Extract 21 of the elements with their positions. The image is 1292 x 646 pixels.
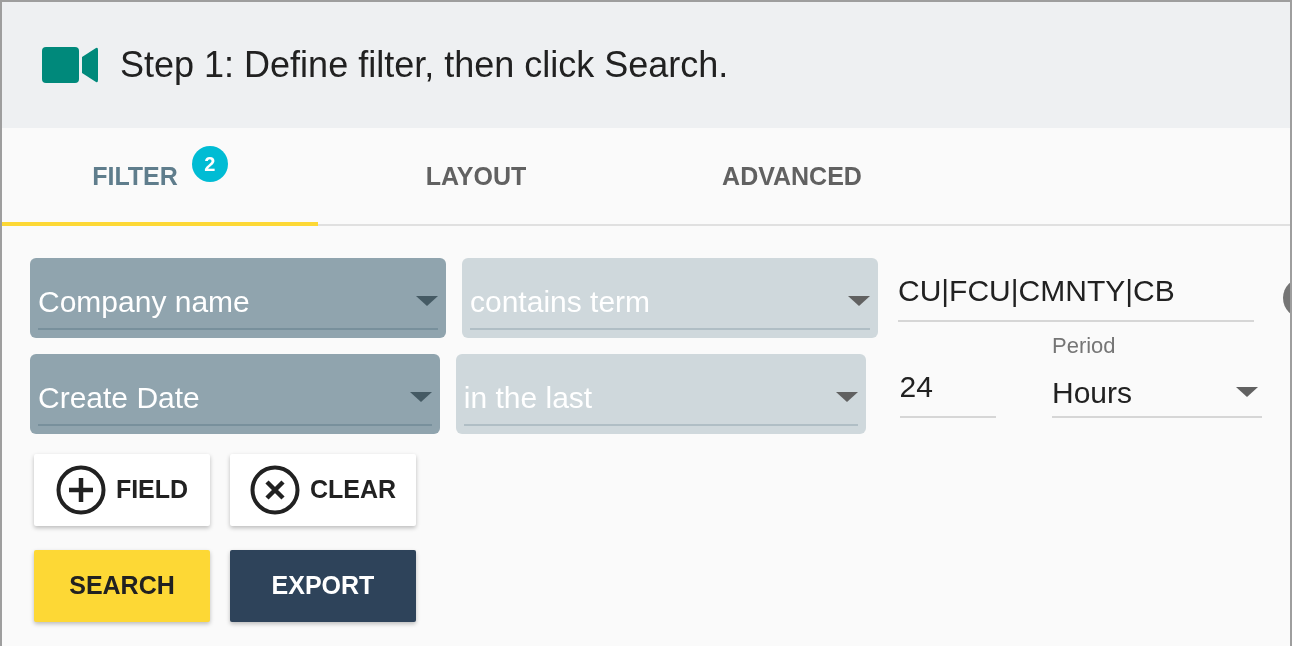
dropdown-arrow-icon [416, 296, 438, 306]
header-title: Step 1: Define filter, then click Search. [120, 43, 729, 87]
input-field[interactable]: 24 [899, 356, 996, 418]
dropdown[interactable]: Hours [1052, 368, 1262, 418]
export-button[interactable]: EXPORT [230, 550, 416, 622]
search-button[interactable]: SEARCH [34, 550, 210, 622]
dropdown-arrow-icon [848, 296, 870, 306]
add-field-button[interactable]: FIELD [34, 454, 210, 526]
clear-button[interactable]: CLEAR [230, 454, 416, 526]
dropdown-arrow-icon [835, 392, 858, 402]
close-circle-icon [249, 465, 300, 515]
count-badge: 2 [191, 145, 228, 182]
tab[interactable]: FILTER 2 [2, 128, 318, 226]
dropdown-arrow-icon [409, 392, 432, 402]
tab[interactable]: LAYOUT [318, 128, 634, 226]
video-camera-icon [42, 47, 98, 83]
tab[interactable]: ADVANCED [634, 128, 950, 226]
dropdown-arrow-icon [1236, 387, 1258, 397]
field-label: Period [1052, 332, 1117, 360]
plus-circle-icon [55, 465, 106, 515]
input-field[interactable]: CU|FCU|CMNTY|CB [898, 260, 1254, 322]
